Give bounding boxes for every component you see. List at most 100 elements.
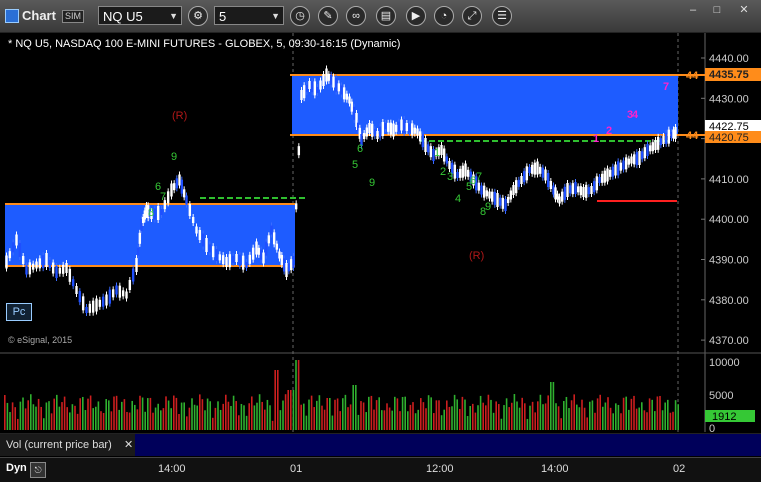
candle-body	[667, 129, 671, 144]
volume-bar	[157, 403, 159, 430]
volume-bar	[534, 412, 536, 430]
volume-bar	[79, 398, 81, 430]
candle-body	[111, 289, 115, 298]
volume-bar	[630, 398, 633, 430]
candle-body	[257, 247, 261, 255]
volume-bar	[186, 416, 188, 430]
candle-body	[440, 145, 443, 155]
volume-bar	[368, 396, 370, 430]
candle-body	[316, 87, 319, 93]
volume-bar	[677, 404, 679, 430]
price-tick: 4400.00	[709, 214, 749, 226]
volume-bar	[248, 403, 250, 430]
volume-bar	[74, 405, 76, 430]
candle-body	[632, 154, 636, 165]
candle-body	[180, 179, 184, 194]
candle-body	[525, 166, 529, 181]
dyn-lock-icon[interactable]: ⎋	[30, 462, 46, 478]
volume-bar	[430, 397, 432, 430]
volume-bar	[287, 390, 289, 430]
volume-bar	[141, 397, 144, 430]
candle-body	[308, 81, 311, 89]
volume-bar	[427, 395, 430, 430]
volume-bar	[513, 394, 516, 430]
volume-bar	[448, 406, 451, 430]
candle-body	[584, 184, 588, 198]
candle-body	[300, 90, 303, 100]
volume-bar	[76, 413, 79, 430]
volume-bar	[378, 397, 380, 430]
volume-bar	[433, 413, 435, 430]
vol-close-button[interactable]: ✕	[124, 438, 133, 451]
volume-bar	[342, 398, 344, 430]
candle-body	[329, 74, 333, 85]
candle-body	[590, 186, 593, 194]
price-tick: 4410.00	[709, 174, 749, 186]
volume-bar	[594, 412, 596, 430]
candle-body	[394, 124, 398, 132]
volume-bar	[529, 405, 531, 430]
volume-bar	[170, 408, 172, 430]
volume-bar	[162, 408, 165, 430]
volume-bar	[446, 400, 448, 430]
volume-bar	[110, 411, 113, 430]
volume-bar	[279, 410, 282, 430]
volume-bar	[539, 394, 542, 430]
volume-bar	[180, 402, 183, 430]
pc-button[interactable]: Pc	[6, 303, 32, 321]
volume-bar	[563, 401, 565, 430]
candle-body	[576, 186, 580, 193]
candle-body	[413, 127, 417, 134]
volume-bar	[92, 408, 94, 430]
time-label: 12:00	[426, 463, 454, 475]
volume-bar	[443, 409, 445, 430]
candle-body	[215, 249, 218, 261]
candle-body	[544, 169, 547, 181]
volume-bar	[472, 403, 474, 430]
candle-body	[131, 268, 135, 282]
volume-bar	[589, 401, 591, 430]
seq-number: 4	[455, 193, 461, 205]
candle-body	[566, 183, 569, 197]
candle-body	[41, 255, 45, 269]
volume-bar	[661, 410, 664, 430]
volume-bar	[66, 407, 68, 430]
candle-body	[563, 186, 567, 200]
volume-bar	[386, 403, 388, 430]
volume-bar	[349, 404, 352, 430]
volume-bar	[14, 407, 16, 430]
volume-bar	[58, 406, 61, 430]
candle-body	[191, 217, 195, 223]
candle-body	[185, 195, 188, 205]
candle-body	[55, 266, 58, 278]
volume-bar	[17, 418, 19, 430]
price-chart[interactable]: 967856912345678912347 4440.004430.004420…	[0, 0, 761, 481]
volume-bar	[490, 399, 492, 430]
volume-bar	[586, 417, 588, 430]
volume-bar	[537, 401, 539, 430]
volume-bar	[326, 398, 328, 430]
volume-bar	[178, 413, 180, 430]
candle-body	[490, 191, 494, 202]
candle-body	[453, 164, 457, 179]
candle-body	[659, 138, 663, 146]
volume-bar	[321, 405, 323, 430]
candle-body	[595, 176, 599, 191]
copyright-label: © eSignal, 2015	[8, 335, 73, 345]
volume-bar	[347, 407, 349, 430]
volume-bar	[245, 415, 248, 430]
candle-body	[498, 197, 502, 206]
candle-body	[381, 122, 385, 136]
candle-body	[350, 101, 354, 112]
volume-bar	[295, 360, 297, 430]
volume-bar	[396, 398, 399, 430]
time-label: 02	[673, 463, 686, 475]
candle-body	[574, 182, 577, 194]
candle-body	[480, 185, 483, 195]
volume-bar	[622, 397, 625, 430]
vol-tick: 10000	[709, 357, 740, 369]
time-label: 14:00	[541, 463, 569, 475]
candle-body	[501, 197, 505, 209]
candle-body	[313, 81, 317, 96]
candle-body	[646, 144, 649, 156]
